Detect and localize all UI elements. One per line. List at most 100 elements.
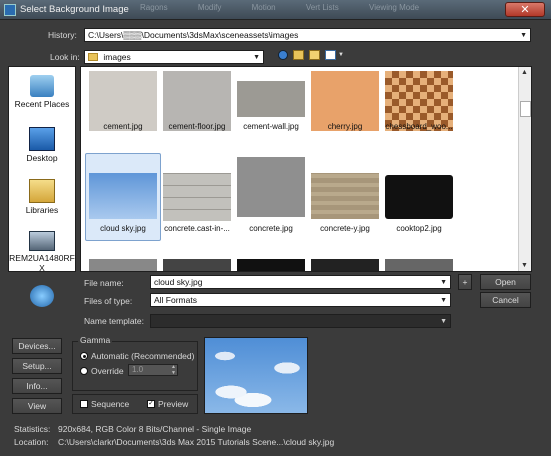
image-preview: [204, 337, 308, 414]
file-name[interactable]: cement-wall.jpg: [232, 122, 310, 131]
devices-button[interactable]: Devices...: [12, 338, 62, 354]
file-name[interactable]: cement.jpg: [84, 122, 162, 131]
thumbnail[interactable]: [311, 173, 379, 219]
location-value: C:\Users\clarkr\Documents\3ds Max 2015 T…: [58, 437, 335, 447]
place-label: REM2UA1480RF X: [9, 253, 75, 273]
network-icon: [30, 285, 54, 307]
chevron-down-icon[interactable]: ▼: [440, 316, 447, 327]
bg-tab: Motion: [251, 3, 276, 12]
view-button[interactable]: View: [12, 398, 62, 414]
filetype-value: All Formats: [154, 295, 197, 305]
filetype-dropdown[interactable]: All Formats ▼: [150, 293, 451, 307]
file-name[interactable]: cement-floor.jpg: [158, 122, 236, 131]
background-tabs: Ragons Modify Motion Vert Lists Viewing …: [140, 3, 447, 12]
template-label: Name template:: [84, 316, 144, 326]
gamma-automatic-radio[interactable]: [80, 352, 88, 360]
history-value: C:\Users\▒▒▒\Documents\3dsMax\sceneasset…: [88, 30, 299, 40]
setup-button[interactable]: Setup...: [12, 358, 62, 374]
lookin-label: Look in:: [50, 52, 80, 62]
computer-icon: [29, 231, 55, 251]
thumbnail[interactable]: [89, 173, 157, 219]
thumbnail[interactable]: [237, 259, 305, 271]
place-computer[interactable]: REM2UA1480RF X: [9, 231, 75, 273]
bg-tab: Ragons: [140, 3, 168, 12]
gamma-override-spinner[interactable]: 1.0 ▲ ▼: [128, 364, 178, 376]
chevron-down-icon[interactable]: ▼: [520, 30, 527, 41]
chevron-down-icon[interactable]: ▼: [440, 277, 447, 288]
statistics-label: Statistics:: [14, 424, 51, 434]
app-icon: [4, 4, 16, 16]
scrollbar-thumb[interactable]: [520, 101, 531, 117]
file-name[interactable]: cloud sky.jpg: [84, 224, 162, 233]
places-bar: Recent Places Desktop Libraries REM2UA14…: [8, 66, 76, 307]
bg-tab: Modify: [197, 3, 222, 12]
gamma-override-radio[interactable]: [80, 367, 88, 375]
open-button[interactable]: Open: [480, 274, 531, 290]
gamma-override-value: 1.0: [132, 365, 144, 374]
scroll-down-icon[interactable]: ▼: [521, 262, 528, 269]
file-name[interactable]: chessboard_woo...: [380, 122, 458, 131]
preview-label[interactable]: Preview: [158, 399, 188, 409]
history-label: History:: [48, 30, 77, 40]
sequence-checkbox[interactable]: [80, 400, 88, 408]
title-bar: Select Background Image Ragons Modify Mo…: [0, 0, 551, 20]
bg-tab: Vert Lists: [305, 3, 339, 12]
scroll-up-icon[interactable]: ▲: [521, 69, 528, 76]
filename-value: cloud sky.jpg: [154, 277, 203, 287]
up-folder-icon[interactable]: [293, 50, 304, 60]
new-folder-icon[interactable]: [309, 50, 320, 60]
cancel-button[interactable]: Cancel: [480, 292, 531, 308]
file-name[interactable]: cooktop2.jpg: [380, 224, 458, 233]
bg-tab: Viewing Mode: [369, 3, 420, 12]
gamma-override-label[interactable]: Override: [91, 366, 124, 376]
filetype-label: Files of type:: [84, 296, 133, 306]
lookin-dropdown[interactable]: images ▼: [84, 50, 264, 64]
place-label: Libraries: [25, 205, 59, 215]
file-name[interactable]: concrete.jpg: [232, 224, 310, 233]
recent-places-icon: [30, 75, 54, 97]
thumbnail[interactable]: [237, 157, 305, 217]
libraries-icon: [29, 179, 55, 203]
window-title: Select Background Image: [20, 4, 129, 15]
gamma-automatic-label[interactable]: Automatic (Recommended): [91, 351, 194, 361]
close-button[interactable]: ✕: [505, 2, 545, 17]
filename-input[interactable]: cloud sky.jpg ▼: [150, 275, 451, 289]
thumbnail[interactable]: [311, 259, 379, 271]
place-label: Desktop: [26, 153, 58, 163]
grid-scrollbar[interactable]: ▲ ▼: [518, 67, 531, 271]
thumbnail[interactable]: [163, 173, 231, 221]
chevron-down-icon[interactable]: ▼: [253, 52, 260, 63]
chevron-down-icon[interactable]: ▼: [338, 52, 344, 58]
place-libraries[interactable]: Libraries: [9, 179, 75, 215]
filename-label: File name:: [84, 278, 124, 288]
gamma-title: Gamma: [78, 335, 113, 345]
statistics-value: 920x684, RGB Color 8 Bits/Channel - Sing…: [58, 424, 252, 434]
location-label: Location:: [14, 437, 49, 447]
file-name[interactable]: cherry.jpg: [306, 122, 384, 131]
sequence-label[interactable]: Sequence: [91, 399, 129, 409]
place-desktop[interactable]: Desktop: [9, 127, 75, 163]
view-menu-icon[interactable]: [325, 50, 336, 60]
back-icon[interactable]: [278, 50, 288, 60]
info-button[interactable]: Info...: [12, 378, 62, 394]
history-dropdown[interactable]: C:\Users\▒▒▒\Documents\3dsMax\sceneasset…: [84, 28, 531, 42]
place-network[interactable]: [9, 285, 75, 309]
file-name[interactable]: concrete-y.jpg: [306, 224, 384, 233]
thumbnail[interactable]: [163, 259, 231, 271]
chevron-down-icon[interactable]: ▼: [440, 295, 447, 306]
lookin-value: images: [103, 52, 131, 62]
template-dropdown[interactable]: ▼: [150, 314, 451, 328]
file-grid[interactable]: cement.jpg cement-floor.jpg cement-wall.…: [80, 66, 532, 272]
thumbnail[interactable]: [237, 81, 305, 117]
thumbnail[interactable]: [385, 259, 453, 271]
thumbnail[interactable]: [89, 259, 157, 271]
place-label: Recent Places: [14, 99, 70, 109]
desktop-icon: [29, 127, 55, 151]
place-recent[interactable]: Recent Places: [9, 75, 75, 109]
file-name[interactable]: concrete.cast-in-...: [158, 224, 236, 233]
plus-button[interactable]: +: [458, 274, 472, 290]
spinner-arrows-icon[interactable]: ▲ ▼: [171, 364, 176, 376]
thumbnail[interactable]: [385, 175, 453, 219]
preview-checkbox[interactable]: ✓: [147, 400, 155, 408]
folder-icon: [88, 53, 98, 61]
